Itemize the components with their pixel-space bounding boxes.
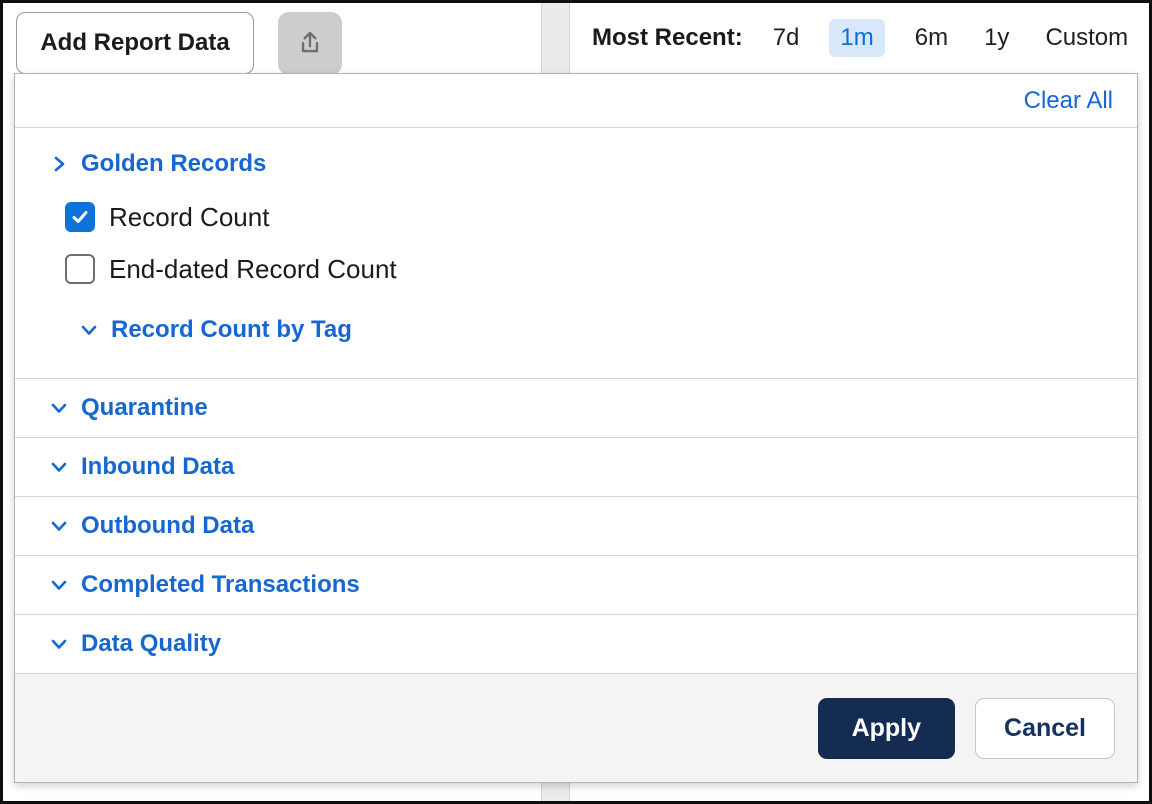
subsection-record-count-by-tag[interactable]: Record Count by Tag [79, 308, 1137, 352]
section-header-golden-records[interactable]: Golden Records [49, 142, 1137, 186]
checkbox-row-end-dated-record-count[interactable]: End-dated Record Count [65, 248, 1137, 290]
section-header-completed-transactions[interactable]: Completed Transactions [15, 556, 1137, 615]
checkbox-unchecked-icon[interactable] [65, 254, 95, 284]
checkbox-label: Record Count [109, 202, 269, 233]
time-filter-label: Most Recent: [592, 24, 743, 52]
section-golden-records: Golden Records Record Count End-dated Re… [15, 128, 1137, 379]
section-header-inbound-data[interactable]: Inbound Data [15, 438, 1137, 497]
upload-icon [295, 27, 325, 60]
add-report-data-button[interactable]: Add Report Data [16, 12, 254, 74]
report-data-panel: Clear All Golden Records Record Count [14, 73, 1138, 783]
chevron-down-icon [49, 575, 69, 595]
cancel-button[interactable]: Cancel [975, 698, 1115, 759]
chevron-down-icon [49, 398, 69, 418]
section-label: Outbound Data [81, 512, 254, 540]
section-header-quarantine[interactable]: Quarantine [15, 379, 1137, 438]
section-label: Data Quality [81, 630, 221, 658]
chevron-down-icon [49, 634, 69, 654]
panel-footer: Apply Cancel [15, 674, 1137, 782]
chevron-down-icon [49, 516, 69, 536]
apply-button[interactable]: Apply [818, 698, 955, 759]
toolbar: Add Report Data Most Recent: 7d 1m 6m 1y… [3, 3, 1149, 73]
chevron-right-icon [49, 153, 69, 175]
screenshot-frame: Add Report Data Most Recent: 7d 1m 6m 1y… [0, 0, 1152, 804]
chevron-down-icon [79, 320, 99, 340]
section-header-data-quality[interactable]: Data Quality [15, 615, 1137, 674]
section-header-outbound-data[interactable]: Outbound Data [15, 497, 1137, 556]
section-label: Inbound Data [81, 453, 234, 481]
time-option-6m[interactable]: 6m [909, 19, 954, 57]
checkbox-row-record-count[interactable]: Record Count [65, 196, 1137, 238]
upload-button[interactable] [278, 12, 342, 75]
time-option-custom[interactable]: Custom [1039, 19, 1134, 57]
section-label: Completed Transactions [81, 571, 360, 599]
section-label: Quarantine [81, 394, 208, 422]
section-label: Golden Records [81, 150, 266, 178]
time-option-7d[interactable]: 7d [767, 19, 806, 57]
clear-all-row: Clear All [15, 74, 1137, 128]
clear-all-link[interactable]: Clear All [1024, 87, 1113, 115]
time-range-filter: Most Recent: 7d 1m 6m 1y Custom [592, 3, 1134, 73]
time-option-1y[interactable]: 1y [978, 19, 1015, 57]
checkbox-checked-icon[interactable] [65, 202, 95, 232]
chevron-down-icon [49, 457, 69, 477]
checkbox-label: End-dated Record Count [109, 254, 397, 285]
time-option-1m[interactable]: 1m [829, 19, 884, 57]
subsection-label: Record Count by Tag [111, 316, 352, 344]
